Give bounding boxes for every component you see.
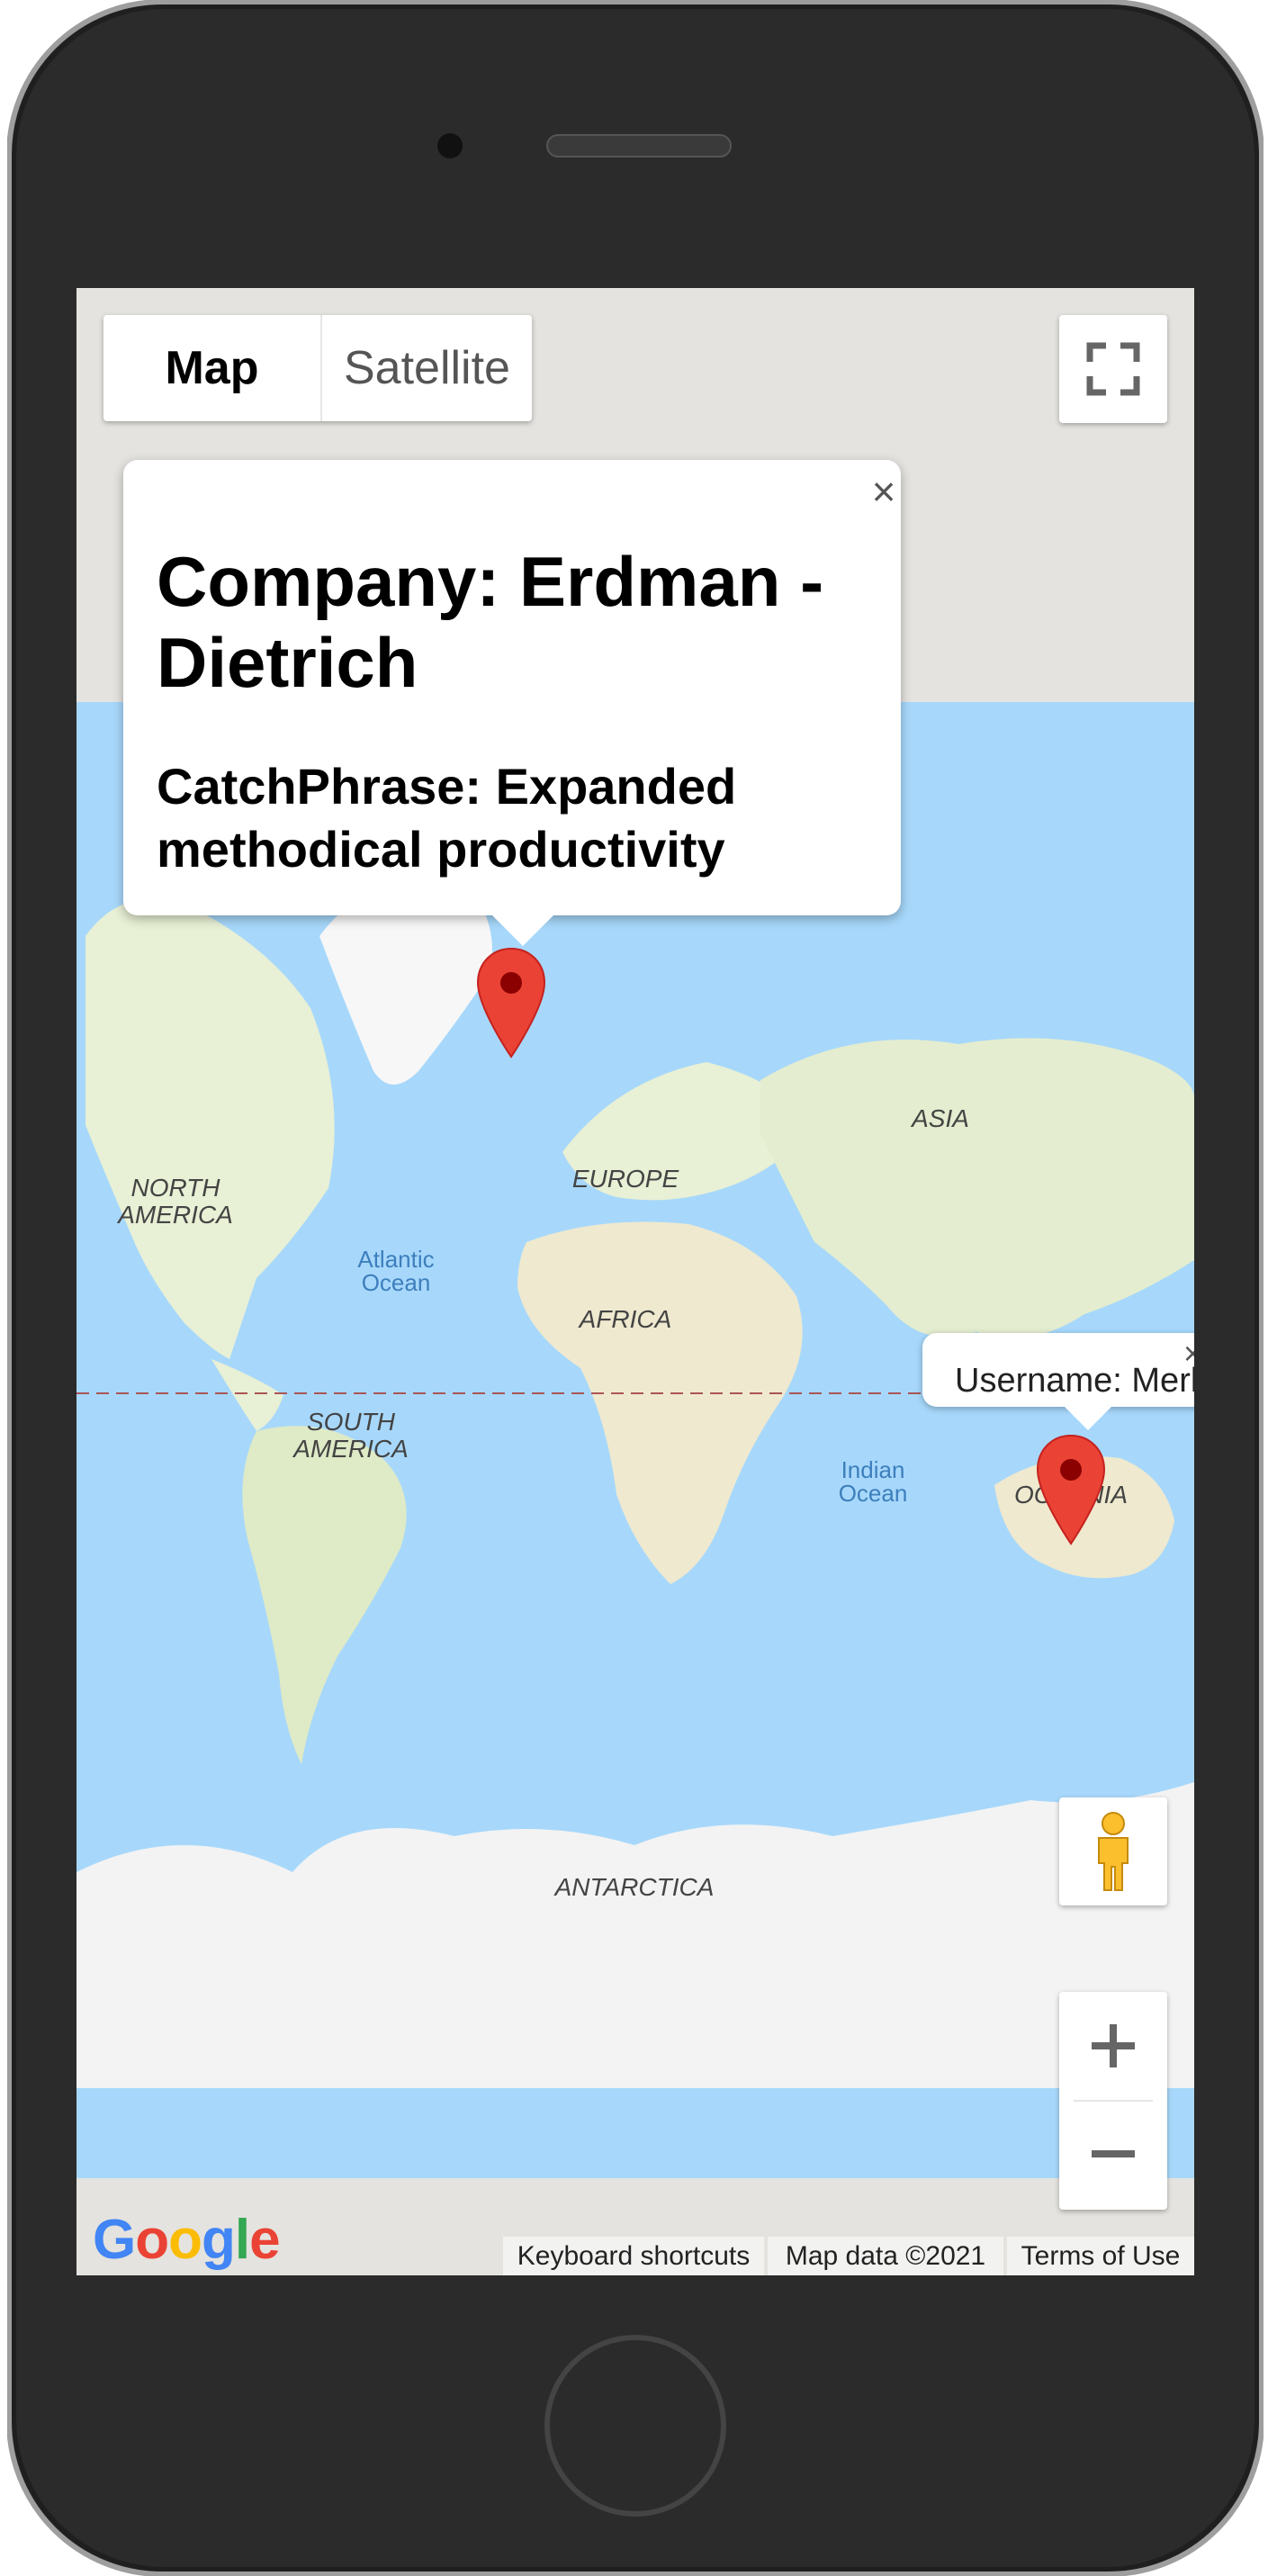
zoom-out-button[interactable] (1059, 2100, 1167, 2208)
info-window-username: Username: Merl × (922, 1333, 1194, 1430)
zoom-control (1059, 1992, 1167, 2210)
region-label-asia: ASIA (912, 1104, 969, 1132)
region-label-antarctica: ANTARCTICA (554, 1873, 715, 1901)
minus-icon (1092, 2150, 1135, 2157)
pegman-icon (1098, 1812, 1129, 1891)
region-label-africa: AFRICA (579, 1305, 672, 1333)
zoom-divider (1074, 2100, 1153, 2102)
info-window: × Company: Erdman - Dietrich CatchPhrase… (123, 460, 901, 946)
region-label-north-america: NORTH AMERICA (118, 1174, 233, 1229)
marker-icon[interactable] (1036, 1434, 1106, 1547)
ocean-label-atlantic: Atlantic Ocean (357, 1246, 435, 1296)
info-username: Username: Merl (955, 1362, 1194, 1400)
region-label-europe: EUROPE (571, 1165, 679, 1193)
fullscreen-icon (1086, 342, 1140, 396)
info-company: Company: Erdman - Dietrich (157, 542, 824, 702)
phone-frame: NORTH AMERICA SOUTH AMERICA EUROPE AFRIC… (7, 0, 1264, 2576)
region-label-south-america: SOUTH AMERICA (293, 1408, 409, 1463)
fullscreen-button[interactable] (1059, 315, 1167, 423)
map-type-map-button[interactable]: Map (103, 315, 322, 421)
info-catchphrase: CatchPhrase: Expanded methodical product… (157, 758, 737, 878)
zoom-in-button[interactable] (1059, 1992, 1167, 2100)
map-viewport[interactable]: NORTH AMERICA SOUTH AMERICA EUROPE AFRIC… (76, 288, 1194, 2275)
google-logo[interactable]: Google (93, 2208, 281, 2272)
close-icon[interactable]: × (1183, 1335, 1194, 1373)
terms-of-use-link[interactable]: Terms of Use (1007, 2237, 1194, 2275)
map-type-satellite-button[interactable]: Satellite (322, 315, 532, 421)
marker-icon[interactable] (476, 947, 546, 1060)
map-type-control: Map Satellite (103, 315, 532, 421)
street-view-button[interactable] (1059, 1797, 1167, 1905)
close-icon[interactable]: × (861, 468, 906, 515)
keyboard-shortcuts-link[interactable]: Keyboard shortcuts (503, 2237, 764, 2275)
ocean-label-indian: Indian Ocean (838, 1456, 908, 1507)
plus-icon (1092, 2024, 1135, 2067)
map-data-label: Map data ©2021 (768, 2237, 1003, 2275)
